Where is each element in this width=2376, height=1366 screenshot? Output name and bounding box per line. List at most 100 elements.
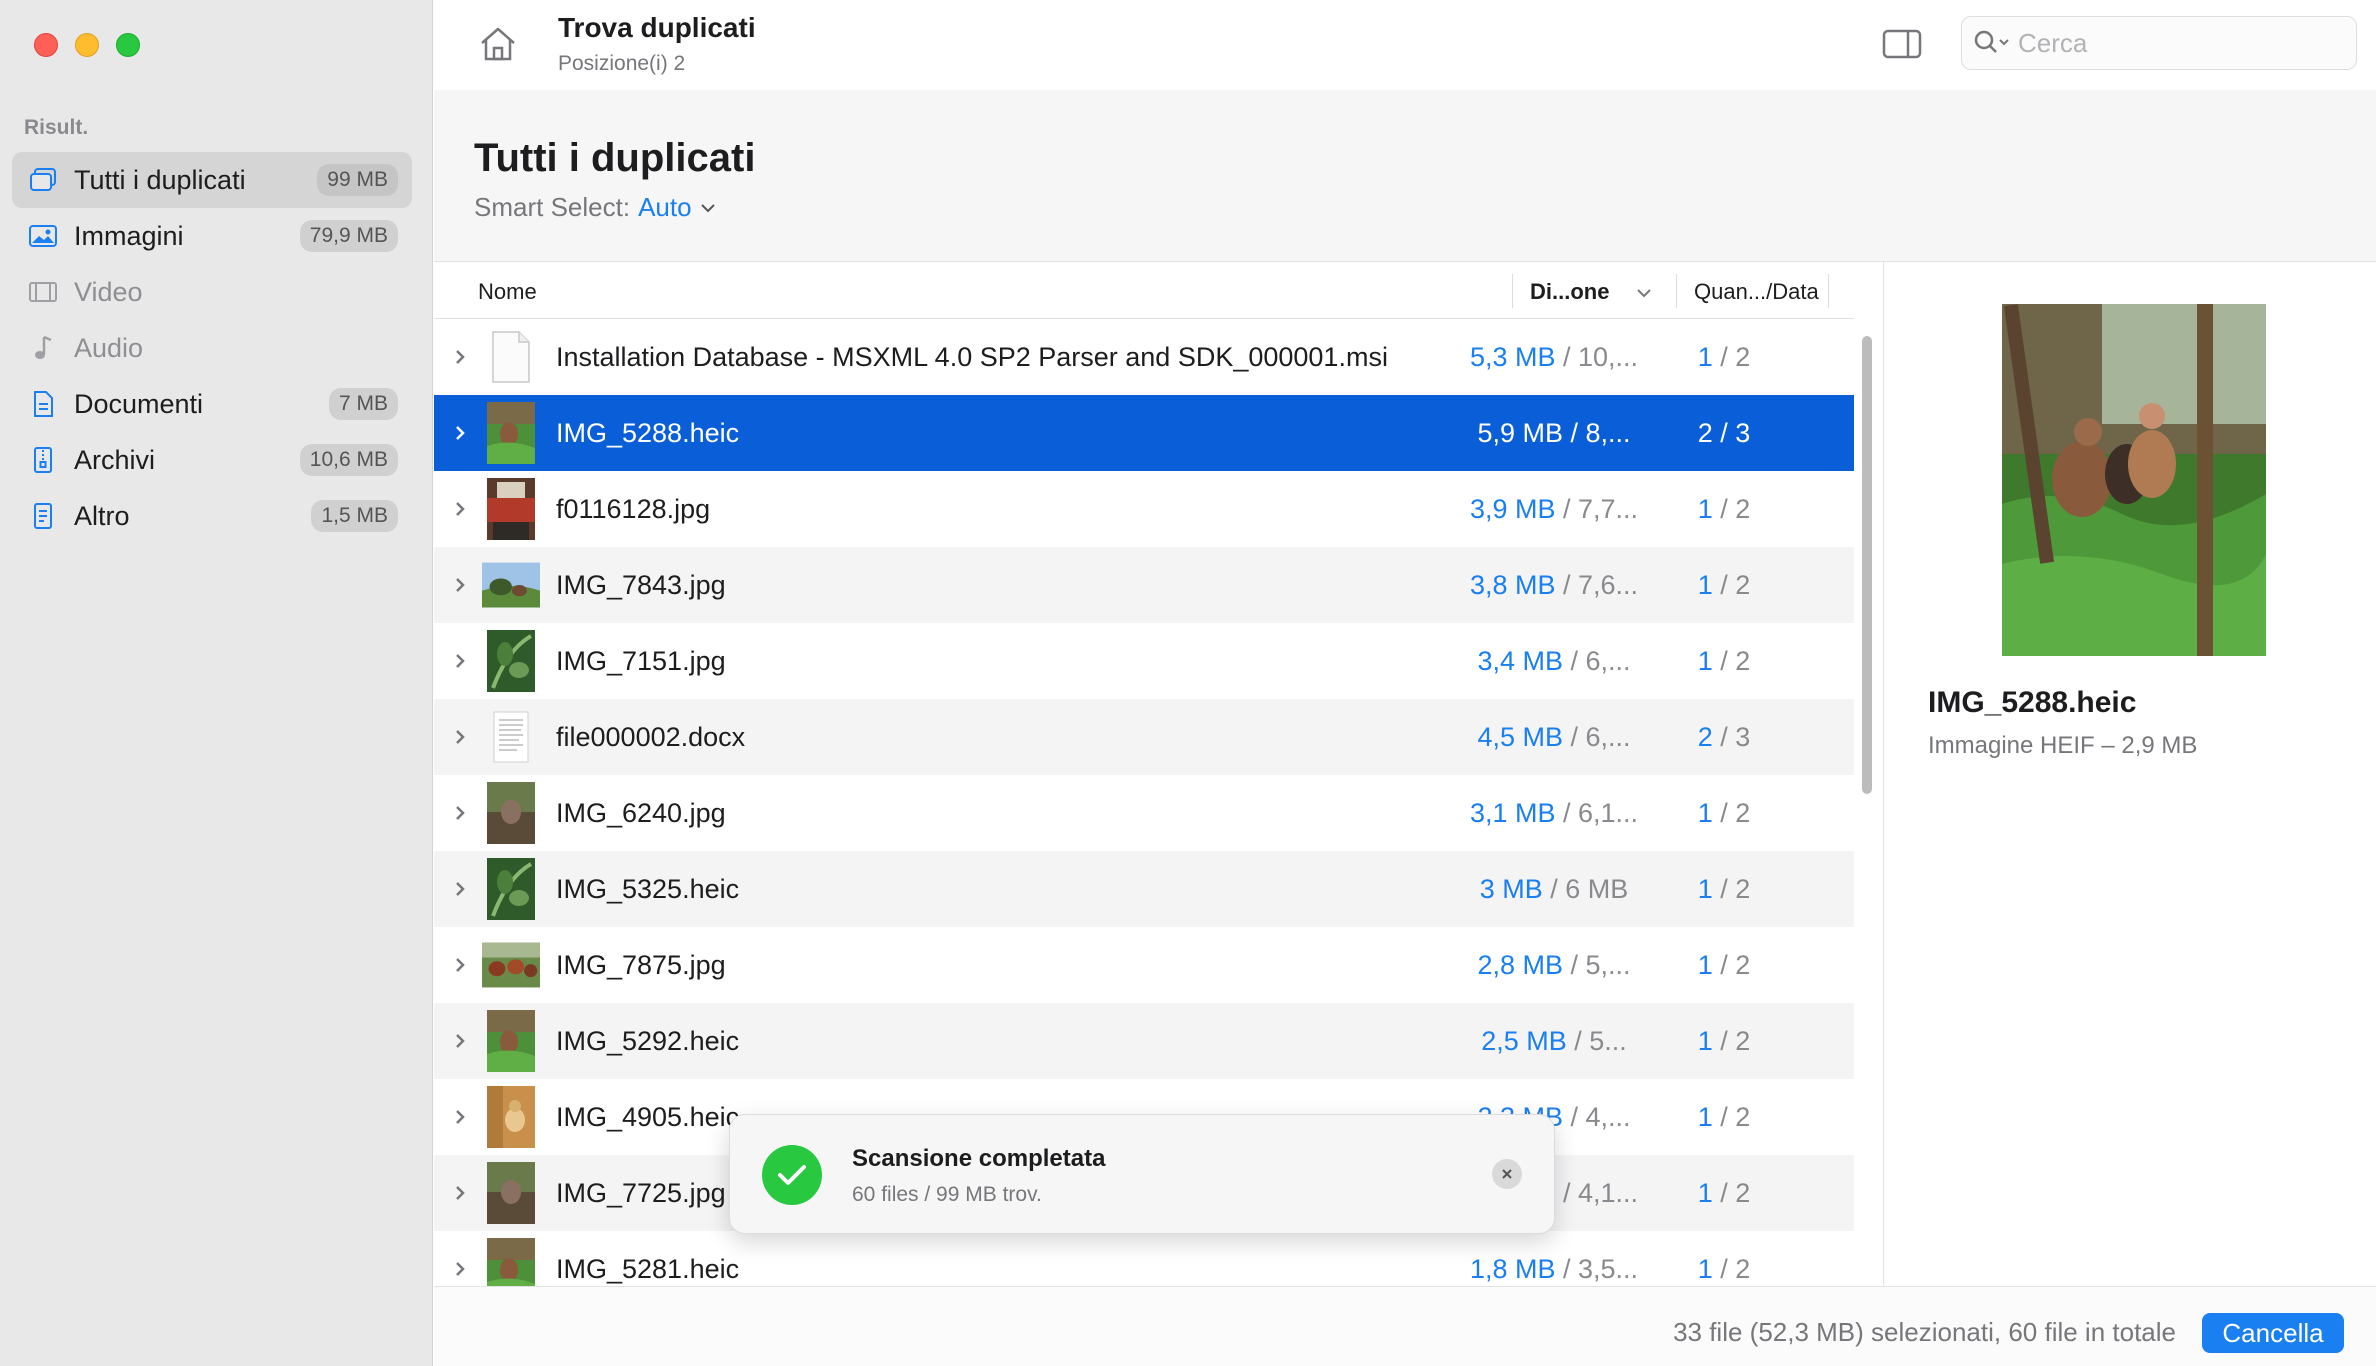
expand-row-button[interactable] <box>434 1108 478 1126</box>
sidebar-item-other[interactable]: Altro 1,5 MB <box>12 488 412 544</box>
file-size: 1,8 MB / 3,5... <box>1450 1254 1658 1285</box>
column-size-header[interactable]: Di...one <box>1530 279 1609 305</box>
search-field[interactable] <box>1961 16 2357 70</box>
count-selected: 2 <box>1697 721 1713 752</box>
preview-panel: IMG_5288.heic Immagine HEIF – 2,9 MB <box>1883 262 2376 1286</box>
column-divider[interactable] <box>1828 274 1829 308</box>
size-total: / 6,... <box>1563 721 1631 752</box>
vertical-scrollbar[interactable] <box>1860 326 1874 1286</box>
file-name: IMG_5292.heic <box>556 1025 740 1056</box>
sort-chevron-icon[interactable] <box>1636 288 1652 298</box>
file-thumbnail <box>482 402 540 464</box>
table-row[interactable]: IMG_5292.heic 2,5 MB / 5... 1 / 2 <box>434 1003 1854 1079</box>
size-selected: 5,9 MB <box>1477 417 1563 448</box>
sidebar-item-archives[interactable]: Archivi 10,6 MB <box>12 432 412 488</box>
duplicate-count: 1 / 2 <box>1674 1102 1774 1133</box>
duplicate-count: 1 / 2 <box>1674 342 1774 373</box>
expand-row-button[interactable] <box>434 956 478 974</box>
size-selected: 3 MB <box>1479 873 1543 904</box>
size-total: / 6,1... <box>1555 797 1639 828</box>
expand-row-button[interactable] <box>434 728 478 746</box>
sidebar-item-documents[interactable]: Documenti 7 MB <box>12 376 412 432</box>
minimize-window-button[interactable] <box>75 33 99 57</box>
table-row[interactable]: IMG_5325.heic 3 MB / 6 MB 1 / 2 <box>434 851 1854 927</box>
size-selected: 2,8 MB <box>1477 949 1563 980</box>
close-notification-button[interactable] <box>1492 1159 1522 1189</box>
scan-complete-notification: Scansione completata 60 files / 99 MB tr… <box>729 1114 1555 1234</box>
chevron-right-icon[interactable] <box>454 1108 466 1126</box>
sidebar-list: Tutti i duplicati 99 MB Immagini 79,9 MB… <box>12 152 412 544</box>
smart-select-dropdown[interactable]: Auto <box>638 192 692 223</box>
chevron-right-icon[interactable] <box>454 576 466 594</box>
close-icon <box>1502 1169 1512 1179</box>
file-thumbnail <box>482 1086 540 1148</box>
expand-row-button[interactable] <box>434 1032 478 1050</box>
chevron-right-icon[interactable] <box>454 880 466 898</box>
chevron-right-icon[interactable] <box>454 652 466 670</box>
chevron-right-icon[interactable] <box>454 1260 466 1278</box>
checkmark-icon <box>762 1145 822 1205</box>
count-selected: 1 <box>1697 569 1713 600</box>
expand-row-button[interactable] <box>434 500 478 518</box>
file-name: IMG_5281.heic <box>556 1253 740 1284</box>
file-thumbnail <box>482 934 540 996</box>
table-row[interactable]: f0116128.jpg 3,9 MB / 7,7... 1 / 2 <box>434 471 1854 547</box>
table-header: Nome Di...one Quan.../Data <box>434 262 1854 319</box>
expand-row-button[interactable] <box>434 1260 478 1278</box>
expand-row-button[interactable] <box>434 880 478 898</box>
expand-row-button[interactable] <box>434 652 478 670</box>
chevron-down-icon[interactable] <box>700 202 716 214</box>
file-thumbnail <box>482 782 540 844</box>
file-name: file000002.docx <box>556 721 746 752</box>
table-row[interactable]: IMG_7843.jpg 3,8 MB / 7,6... 1 / 2 <box>434 547 1854 623</box>
table-row[interactable]: IMG_7151.jpg 3,4 MB / 6,... 1 / 2 <box>434 623 1854 699</box>
chevron-right-icon[interactable] <box>454 804 466 822</box>
zoom-window-button[interactable] <box>116 33 140 57</box>
sidebar-item-images[interactable]: Immagini 79,9 MB <box>12 208 412 264</box>
size-selected: 4,5 MB <box>1477 721 1563 752</box>
file-thumbnail <box>482 706 540 768</box>
document-icon <box>28 389 58 419</box>
column-divider[interactable] <box>1512 274 1513 308</box>
chevron-right-icon[interactable] <box>454 348 466 366</box>
count-selected: 1 <box>1697 1025 1713 1056</box>
file-size: 3,4 MB / 6,... <box>1450 646 1658 677</box>
chevron-right-icon[interactable] <box>454 956 466 974</box>
table-row[interactable]: file000002.docx 4,5 MB / 6,... 2 / 3 <box>434 699 1854 775</box>
sidebar-item-label: Documenti <box>74 388 204 419</box>
size-total: / 8,... <box>1563 417 1631 448</box>
column-qty-header[interactable]: Quan.../Data <box>1694 279 1819 305</box>
cancel-button[interactable]: Cancella <box>2202 1313 2344 1353</box>
scrollbar-thumb[interactable] <box>1862 336 1872 794</box>
size-badge: 1,5 MB <box>311 500 398 532</box>
expand-row-button[interactable] <box>434 424 478 442</box>
table-row[interactable]: IMG_7875.jpg 2,8 MB / 5,... 1 / 2 <box>434 927 1854 1003</box>
chevron-right-icon[interactable] <box>454 1032 466 1050</box>
close-window-button[interactable] <box>34 33 58 57</box>
expand-row-button[interactable] <box>434 804 478 822</box>
sidebar-item-all-duplicates[interactable]: Tutti i duplicati 99 MB <box>12 152 412 208</box>
expand-row-button[interactable] <box>434 576 478 594</box>
table-row[interactable]: IMG_5281.heic 1,8 MB / 3,5... 1 / 2 <box>434 1231 1854 1286</box>
expand-row-button[interactable] <box>434 348 478 366</box>
file-name: IMG_7843.jpg <box>556 569 726 600</box>
home-button[interactable] <box>476 22 520 66</box>
table-row[interactable]: IMG_5288.heic 5,9 MB / 8,... 2 / 3 <box>434 395 1854 471</box>
toggle-preview-button[interactable] <box>1882 28 1922 60</box>
column-name-header[interactable]: Nome <box>478 279 537 305</box>
table-row[interactable]: IMG_6240.jpg 3,1 MB / 6,1... 1 / 2 <box>434 775 1854 851</box>
expand-row-button[interactable] <box>434 1184 478 1202</box>
chevron-right-icon[interactable] <box>454 424 466 442</box>
file-name: IMG_6240.jpg <box>556 797 726 828</box>
file-thumbnail <box>482 1238 540 1286</box>
table-row[interactable]: Installation Database - MSXML 4.0 SP2 Pa… <box>434 319 1854 395</box>
column-divider[interactable] <box>1676 274 1677 308</box>
sidebar-item-video[interactable]: Video <box>12 264 412 320</box>
search-input[interactable] <box>2018 27 2338 59</box>
chevron-right-icon[interactable] <box>454 500 466 518</box>
chevron-right-icon[interactable] <box>454 1184 466 1202</box>
sidebar-item-audio[interactable]: Audio <box>12 320 412 376</box>
size-selected: 2,5 MB <box>1481 1025 1567 1056</box>
archive-icon <box>28 445 58 475</box>
chevron-right-icon[interactable] <box>454 728 466 746</box>
